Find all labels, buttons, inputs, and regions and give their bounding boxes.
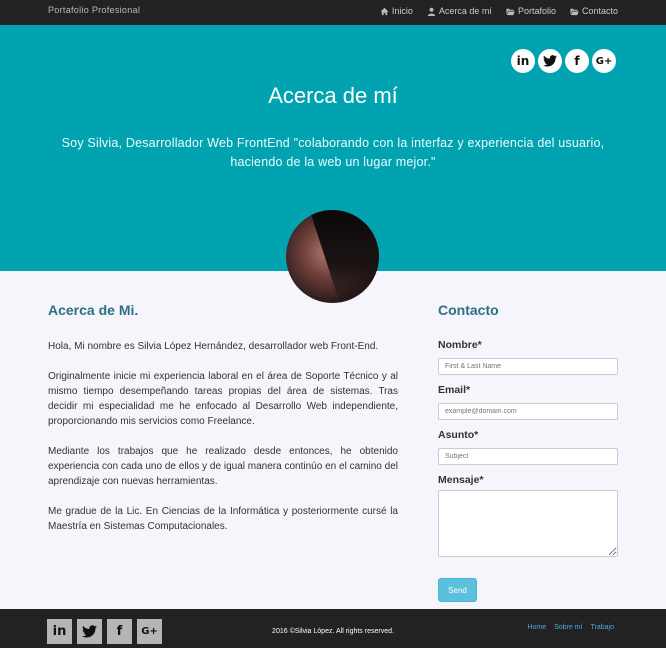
subject-field[interactable] xyxy=(438,448,618,465)
nav-item-portafolio[interactable]: Portafolio xyxy=(506,6,556,16)
nav-item-label: Inicio xyxy=(391,6,413,16)
footer: in f G+ 2016 ©Silvia López. All rights r… xyxy=(0,609,666,648)
hero-tagline: Soy Silvia, Desarrollador Web FrontEnd "… xyxy=(61,136,605,169)
twitter-button[interactable] xyxy=(538,49,562,73)
about-body: Hola, Mi nombre es Silvia López Hernánde… xyxy=(48,339,398,549)
about-paragraph: Hola, Mi nombre es Silvia López Hernánde… xyxy=(48,341,379,352)
footer-link-trabajo[interactable]: Trabajo xyxy=(591,624,614,631)
about-paragraph: Me gradue de la Lic. En Ciencias de la I… xyxy=(48,506,398,532)
linkedin-icon: in xyxy=(516,54,530,68)
linkedin-button[interactable]: in xyxy=(511,49,535,73)
message-label: Mensaje* xyxy=(438,474,484,486)
google-plus-button[interactable]: G+ xyxy=(592,49,616,73)
nav-item-label: Contacto xyxy=(581,6,618,16)
folder-open-icon xyxy=(506,8,515,15)
google-plus-icon: G+ xyxy=(595,55,613,67)
avatar-hair xyxy=(310,210,379,303)
send-button[interactable]: Send xyxy=(438,578,477,602)
about-title: Acerca de Mi. xyxy=(48,302,139,318)
email-field[interactable] xyxy=(438,403,618,420)
facebook-icon: f xyxy=(574,54,580,68)
twitter-icon xyxy=(543,55,557,67)
subject-label: Asunto* xyxy=(438,429,479,441)
name-field[interactable] xyxy=(438,358,618,375)
message-field[interactable] xyxy=(438,490,618,557)
nav-item-acerca[interactable]: Acerca de mí xyxy=(427,6,492,16)
avatar xyxy=(286,210,379,303)
footer-link-sobre-mi[interactable]: Sobre mí xyxy=(554,624,582,631)
folder-open-icon xyxy=(570,8,579,15)
nav-item-inicio[interactable]: Inicio xyxy=(380,6,413,16)
facebook-button[interactable]: f xyxy=(565,49,589,73)
footer-link-home[interactable]: Home xyxy=(527,624,546,631)
page-title: Acerca de mí xyxy=(268,83,398,108)
user-icon xyxy=(427,7,436,16)
about-paragraph: Mediante los trabajos que he realizado d… xyxy=(48,446,398,487)
nav-item-label: Portafolio xyxy=(517,6,556,16)
email-label: Email* xyxy=(438,384,471,396)
nav-item-contacto[interactable]: Contacto xyxy=(570,6,618,16)
top-navbar: Portafolio Profesional Inicio Acerca de … xyxy=(0,0,666,25)
name-label: Nombre* xyxy=(438,339,482,351)
hero-social-links: in f G+ xyxy=(511,49,616,73)
home-icon xyxy=(380,7,389,15)
contact-title: Contacto xyxy=(438,302,499,318)
footer-links: Home Sobre mí Trabajo xyxy=(527,624,614,631)
contact-form: Nombre* Email* Asunto* Mensaje* xyxy=(438,339,618,562)
nav-item-label: Acerca de mí xyxy=(438,6,492,16)
about-paragraph: Originalmente inicie mi experiencia labo… xyxy=(48,371,398,427)
nav-menu: Inicio Acerca de mí Portafolio Contacto xyxy=(380,6,618,16)
brand-title[interactable]: Portafolio Profesional xyxy=(48,5,140,15)
